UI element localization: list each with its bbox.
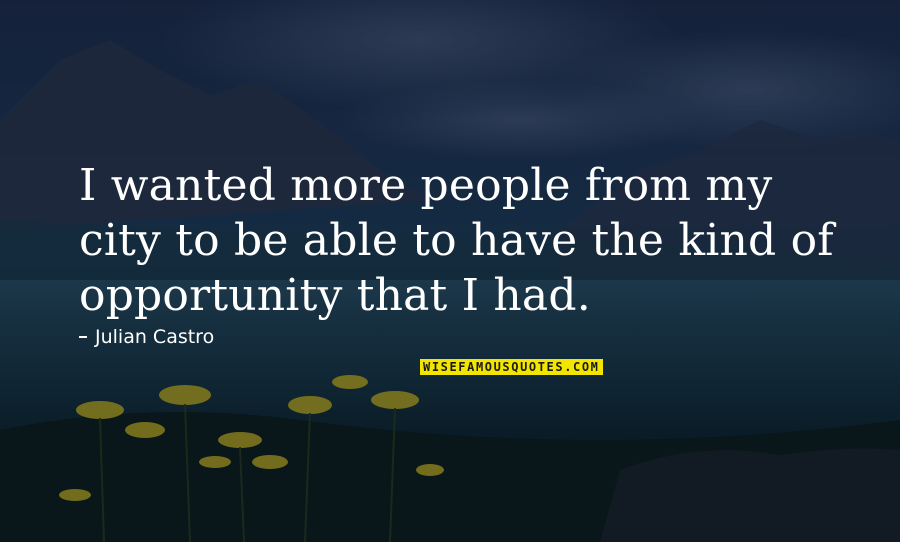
dash-icon [79, 336, 87, 338]
author-attribution: Julian Castro [79, 326, 214, 348]
quote-line: opportunity that I had. [79, 270, 591, 321]
quote-line: city to be able to have the kind of [79, 215, 834, 266]
quote-text: I wanted more people from my city to be … [79, 158, 839, 323]
author-name: Julian Castro [95, 326, 215, 348]
watermark-logo: WISEFAMOUSQUOTES.COM [420, 359, 603, 375]
quote-line: I wanted more people from my [79, 160, 773, 211]
quote-card: I wanted more people from my city to be … [0, 0, 900, 542]
